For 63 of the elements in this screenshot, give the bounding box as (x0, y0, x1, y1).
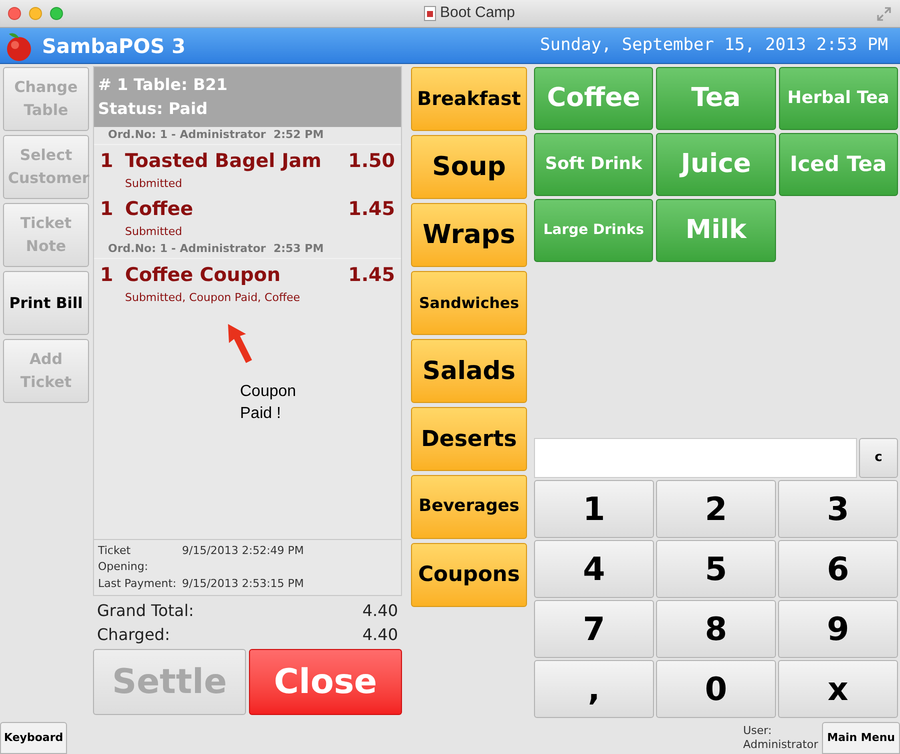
order-row[interactable]: 1 Coffee Coupon 1.45 Submitted, Coupon Paid, Coffee (94, 259, 401, 307)
numpad-key[interactable]: x (778, 660, 898, 718)
category-button[interactable]: Sandwiches (411, 271, 527, 335)
ticket-title: # 1 Table: B21 (98, 74, 229, 96)
number-input-field[interactable] (534, 438, 857, 478)
numpad-key[interactable]: 0 (656, 660, 776, 718)
numpad-key[interactable]: 9 (778, 600, 898, 658)
numpad-key[interactable]: 6 (778, 540, 898, 598)
category-button[interactable]: Coupons (411, 543, 527, 607)
numpad-key[interactable]: , (534, 660, 654, 718)
total-label: Charged: (97, 624, 170, 646)
footer-label: Ticket Opening: (98, 542, 150, 575)
order-name: Coffee (125, 197, 194, 222)
numpad-key[interactable]: 7 (534, 600, 654, 658)
minimize-window-icon[interactable] (29, 7, 42, 20)
numpad-key[interactable]: 8 (656, 600, 776, 658)
total-value: 4.40 (362, 600, 398, 622)
numpad-key[interactable]: 4 (534, 540, 654, 598)
category-button[interactable]: Deserts (411, 407, 527, 471)
numpad-key[interactable]: 1 (534, 480, 654, 538)
order-group-header: Ord.No: 1 - Administrator 2:52 PM (94, 127, 401, 145)
date-time: Sunday, September 15, 2013 2:53 PM (540, 34, 888, 57)
user-name: Administrator (743, 738, 818, 752)
order-states: Submitted (124, 224, 184, 240)
order-group-header: Ord.No: 1 - Administrator 2:53 PM (94, 241, 401, 259)
side-button[interactable]: Print Bill (3, 271, 89, 335)
category-button[interactable]: Breakfast (411, 67, 527, 131)
numpad-key[interactable]: 3 (778, 480, 898, 538)
category-button[interactable]: Soup (411, 135, 527, 199)
clear-button[interactable]: c (859, 438, 898, 478)
category-button[interactable]: Beverages (411, 475, 527, 539)
order-price: 1.45 (348, 197, 395, 222)
document-icon (424, 6, 436, 21)
user-label: User: (743, 724, 773, 738)
order-price: 1.45 (348, 263, 395, 288)
order-row[interactable]: 1 Toasted Bagel Jam 1.50 Submitted (94, 145, 401, 193)
zoom-window-icon[interactable] (50, 7, 63, 20)
order-name: Coffee Coupon (125, 263, 280, 288)
order-price: 1.50 (348, 149, 395, 174)
order-row[interactable]: 1 Coffee 1.45 Submitted (94, 193, 401, 241)
annotation-text: Coupon Paid ! (240, 382, 298, 424)
footer-label: Last Payment: (98, 576, 178, 592)
order-quantity: 1 (100, 197, 114, 222)
order-quantity: 1 (100, 263, 114, 288)
order-name: Toasted Bagel Jam (125, 149, 322, 174)
numpad-key[interactable]: 5 (656, 540, 776, 598)
keyboard-button[interactable]: Keyboard (0, 722, 68, 754)
footer-value: 9/15/2013 2:53:15 PM (182, 576, 304, 592)
footer-value: 9/15/2013 2:52:49 PM (182, 542, 304, 558)
total-label: Grand Total: (97, 600, 194, 622)
order-quantity: 1 (100, 149, 114, 174)
fullscreen-icon[interactable] (876, 6, 892, 22)
order-states: Submitted (124, 176, 184, 192)
close-window-icon[interactable] (8, 7, 21, 20)
numpad-key[interactable]: 2 (656, 480, 776, 538)
total-value: 4.40 (362, 624, 398, 646)
ticket-status: Status: Paid (98, 98, 209, 120)
window-title: Boot Camp (440, 3, 516, 24)
main-menu-button[interactable]: Main Menu (822, 722, 900, 754)
order-states: Submitted, Coupon Paid, Coffee (124, 290, 302, 306)
category-button[interactable]: Wraps (411, 203, 527, 267)
app-name: SambaPOS 3 (42, 32, 186, 60)
category-button[interactable]: Salads (411, 339, 527, 403)
